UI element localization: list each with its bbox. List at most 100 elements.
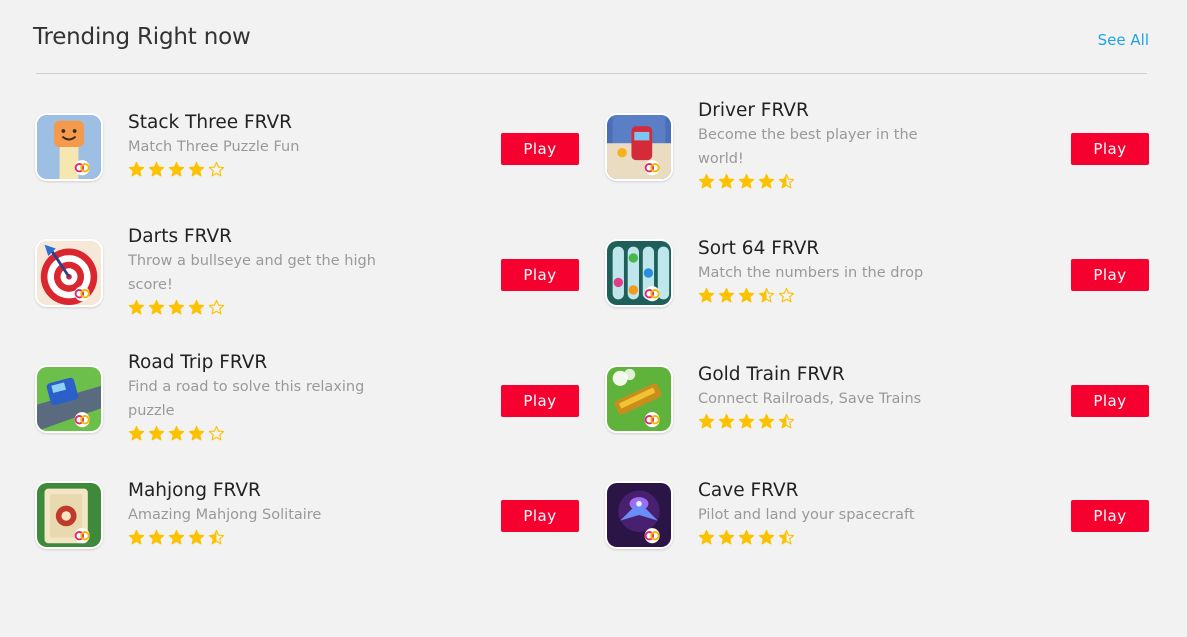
star-full-icon <box>698 529 715 545</box>
game-name[interactable]: Driver FRVR <box>698 99 988 123</box>
game-name[interactable]: Gold Train FRVR <box>698 363 988 387</box>
star-full-icon <box>128 529 145 545</box>
play-button[interactable]: Play <box>501 500 579 532</box>
star-full-icon <box>148 161 165 177</box>
play-button[interactable]: Play <box>1071 133 1149 165</box>
game-name[interactable]: Darts FRVR <box>128 225 418 249</box>
sort-64-icon[interactable] <box>605 239 673 307</box>
game-description: Amazing Mahjong Solitaire <box>128 507 322 523</box>
driver-car-icon[interactable] <box>605 113 673 181</box>
rating-stars <box>698 529 988 547</box>
star-full-icon <box>698 413 715 429</box>
game-card[interactable]: Gold Train FRVR Connect Railroads, Save … <box>605 347 1149 457</box>
star-full-icon <box>148 425 165 441</box>
star-empty-icon <box>208 299 225 315</box>
game-info: Darts FRVR Throw a bullseye and get the … <box>128 225 418 317</box>
game-card[interactable]: Driver FRVR Become the best player in th… <box>605 95 1149 205</box>
star-full-icon <box>188 161 205 177</box>
darts-icon[interactable] <box>35 239 103 307</box>
game-name[interactable]: Sort 64 FRVR <box>698 237 988 261</box>
mahjong-tile-icon[interactable] <box>35 481 103 549</box>
star-full-icon <box>718 287 735 303</box>
rating-stars <box>128 161 418 179</box>
play-button[interactable]: Play <box>501 385 579 417</box>
game-card[interactable]: Mahjong FRVR Amazing Mahjong Solitaire P… <box>35 463 579 573</box>
game-info: Stack Three FRVR Match Three Puzzle Fun <box>128 111 418 179</box>
rating-stars <box>698 287 988 305</box>
star-half-icon <box>778 529 795 545</box>
game-info: Road Trip FRVR Find a road to solve this… <box>128 351 418 443</box>
game-info: Cave FRVR Pilot and land your spacecraft <box>698 479 988 547</box>
star-full-icon <box>168 529 185 545</box>
star-full-icon <box>168 299 185 315</box>
star-full-icon <box>758 173 775 189</box>
rating-stars <box>128 299 418 317</box>
play-button[interactable]: Play <box>1071 259 1149 291</box>
game-description: Become the best player in the world! <box>698 127 918 167</box>
game-description: Find a road to solve this relaxing puzzl… <box>128 379 365 419</box>
game-name[interactable]: Mahjong FRVR <box>128 479 418 503</box>
star-full-icon <box>738 413 755 429</box>
play-button[interactable]: Play <box>501 259 579 291</box>
star-half-icon <box>758 287 775 303</box>
star-full-icon <box>698 173 715 189</box>
star-full-icon <box>718 529 735 545</box>
star-full-icon <box>188 299 205 315</box>
star-full-icon <box>188 529 205 545</box>
game-name[interactable]: Road Trip FRVR <box>128 351 418 375</box>
game-name[interactable]: Cave FRVR <box>698 479 988 503</box>
section-header: Trending Right now See All <box>33 24 1149 56</box>
star-full-icon <box>718 413 735 429</box>
star-full-icon <box>738 173 755 189</box>
game-card[interactable]: Stack Three FRVR Match Three Puzzle Fun … <box>35 95 579 205</box>
star-full-icon <box>148 529 165 545</box>
game-name[interactable]: Stack Three FRVR <box>128 111 418 135</box>
star-full-icon <box>758 413 775 429</box>
game-description: Match Three Puzzle Fun <box>128 139 300 155</box>
rating-stars <box>698 413 988 431</box>
star-full-icon <box>718 173 735 189</box>
star-full-icon <box>168 161 185 177</box>
game-info: Gold Train FRVR Connect Railroads, Save … <box>698 363 988 431</box>
rating-stars <box>128 425 418 443</box>
game-description: Throw a bullseye and get the high score! <box>128 253 376 293</box>
game-info: Mahjong FRVR Amazing Mahjong Solitaire <box>128 479 418 547</box>
star-full-icon <box>738 287 755 303</box>
game-description: Connect Railroads, Save Trains <box>698 391 922 407</box>
star-full-icon <box>128 425 145 441</box>
game-card[interactable]: Road Trip FRVR Find a road to solve this… <box>35 347 579 457</box>
play-button[interactable]: Play <box>1071 385 1149 417</box>
star-half-icon <box>208 529 225 545</box>
road-trip-car-icon[interactable] <box>35 365 103 433</box>
see-all-link[interactable]: See All <box>1098 31 1149 49</box>
star-full-icon <box>758 529 775 545</box>
star-empty-icon <box>208 425 225 441</box>
game-card[interactable]: Cave FRVR Pilot and land your spacecraft… <box>605 463 1149 573</box>
game-description: Pilot and land your spacecraft <box>698 507 915 523</box>
star-full-icon <box>148 299 165 315</box>
rating-stars <box>698 173 988 191</box>
divider <box>36 73 1147 74</box>
game-card[interactable]: Darts FRVR Throw a bullseye and get the … <box>35 221 579 331</box>
play-button[interactable]: Play <box>501 133 579 165</box>
star-full-icon <box>128 161 145 177</box>
star-full-icon <box>698 287 715 303</box>
section-title: Trending Right now <box>33 24 251 50</box>
star-half-icon <box>778 173 795 189</box>
gold-train-icon[interactable] <box>605 365 673 433</box>
star-full-icon <box>188 425 205 441</box>
game-info: Driver FRVR Become the best player in th… <box>698 99 988 191</box>
play-button[interactable]: Play <box>1071 500 1149 532</box>
game-card[interactable]: Sort 64 FRVR Match the numbers in the dr… <box>605 221 1149 331</box>
game-description: Match the numbers in the drop <box>698 265 924 281</box>
star-full-icon <box>168 425 185 441</box>
star-empty-icon <box>208 161 225 177</box>
star-full-icon <box>128 299 145 315</box>
stack-three-icon[interactable] <box>35 113 103 181</box>
star-full-icon <box>738 529 755 545</box>
star-half-icon <box>778 413 795 429</box>
rating-stars <box>128 529 418 547</box>
spaceship-icon[interactable] <box>605 481 673 549</box>
game-info: Sort 64 FRVR Match the numbers in the dr… <box>698 237 988 305</box>
star-empty-icon <box>778 287 795 303</box>
